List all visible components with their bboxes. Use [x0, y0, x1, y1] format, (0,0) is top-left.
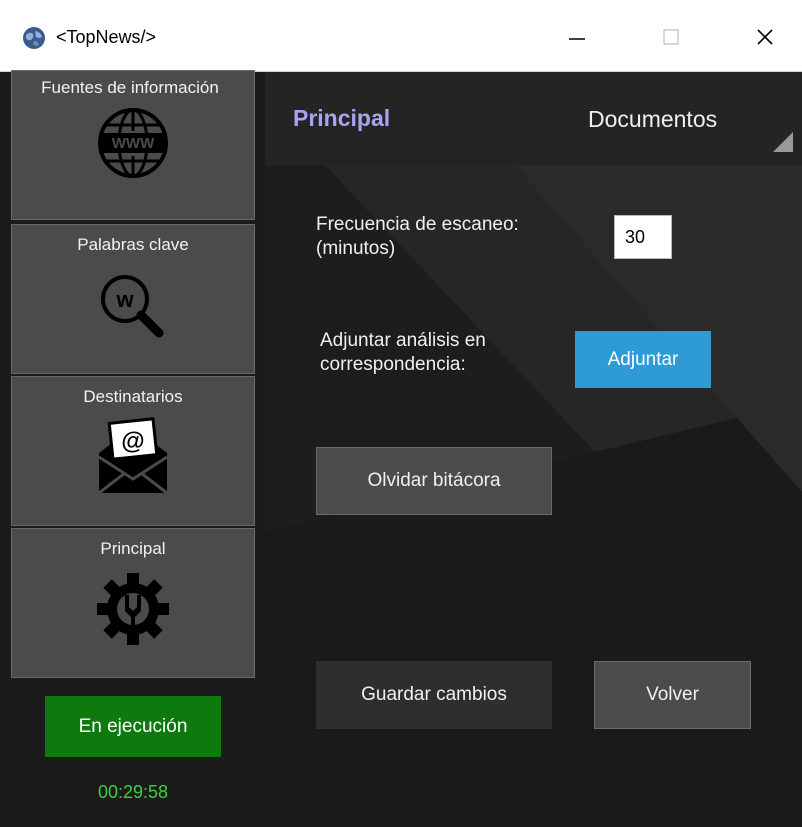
- sidebar-item-label: Destinatarios: [83, 387, 183, 406]
- sidebar-item-principal[interactable]: Principal: [11, 528, 255, 678]
- minimize-icon: [569, 38, 585, 40]
- maximize-button[interactable]: [643, 14, 699, 60]
- tab-principal[interactable]: Principal: [293, 105, 390, 132]
- close-button[interactable]: [737, 14, 793, 60]
- sidebar-item-fuentes[interactable]: Fuentes de información WWW: [11, 70, 255, 220]
- sidebar-item-label: Principal: [100, 539, 166, 558]
- sidebar-item-label: Palabras clave: [77, 235, 189, 254]
- attach-button[interactable]: Adjuntar: [575, 331, 711, 388]
- keyword-search-icon: w: [101, 275, 164, 338]
- main-panel: Principal Documentos Frecuencia de escan…: [265, 72, 802, 827]
- tab-bar: Principal Documentos: [265, 72, 802, 165]
- window-title: <TopNews/>: [56, 27, 157, 47]
- title-bar: <TopNews/>: [0, 0, 802, 72]
- frequency-label-line2: (minutos): [316, 238, 396, 259]
- running-status-button[interactable]: En ejecución: [45, 696, 221, 757]
- sidebar: Fuentes de información WWW Palabras clav…: [0, 70, 265, 827]
- globe-www-icon: WWW: [98, 108, 168, 178]
- sidebar-item-label: Fuentes de información: [41, 78, 219, 97]
- frequency-label: Frecuencia de escaneo: (minutos): [316, 213, 519, 261]
- forget-log-button[interactable]: Olvidar bitácora: [316, 447, 552, 515]
- settings-gear-icon: [97, 573, 169, 645]
- resize-corner-icon: [773, 132, 793, 152]
- tab-documentos[interactable]: Documentos: [588, 106, 717, 133]
- elapsed-timer: 00:29:58: [97, 782, 169, 802]
- app-globe-icon: [23, 27, 45, 49]
- sidebar-item-palabras-clave[interactable]: Palabras clave w: [11, 224, 255, 374]
- frequency-label-line1: Frecuencia de escaneo:: [316, 214, 519, 235]
- svg-text:w: w: [115, 287, 134, 312]
- minimize-button[interactable]: [549, 14, 605, 60]
- sidebar-item-destinatarios[interactable]: Destinatarios @: [11, 376, 255, 526]
- svg-text:WWW: WWW: [112, 135, 155, 152]
- save-changes-button[interactable]: Guardar cambios: [316, 661, 552, 729]
- frequency-input[interactable]: [614, 215, 672, 259]
- close-icon: [757, 29, 773, 45]
- attach-label-line2: correspondencia:: [320, 354, 466, 375]
- svg-text:@: @: [121, 428, 144, 455]
- back-button[interactable]: Volver: [594, 661, 751, 729]
- mail-envelope-icon: @: [98, 417, 168, 495]
- maximize-icon: [663, 29, 679, 45]
- attach-label-line1: Adjuntar análisis en: [320, 330, 486, 351]
- attach-label: Adjuntar análisis en correspondencia:: [320, 329, 486, 377]
